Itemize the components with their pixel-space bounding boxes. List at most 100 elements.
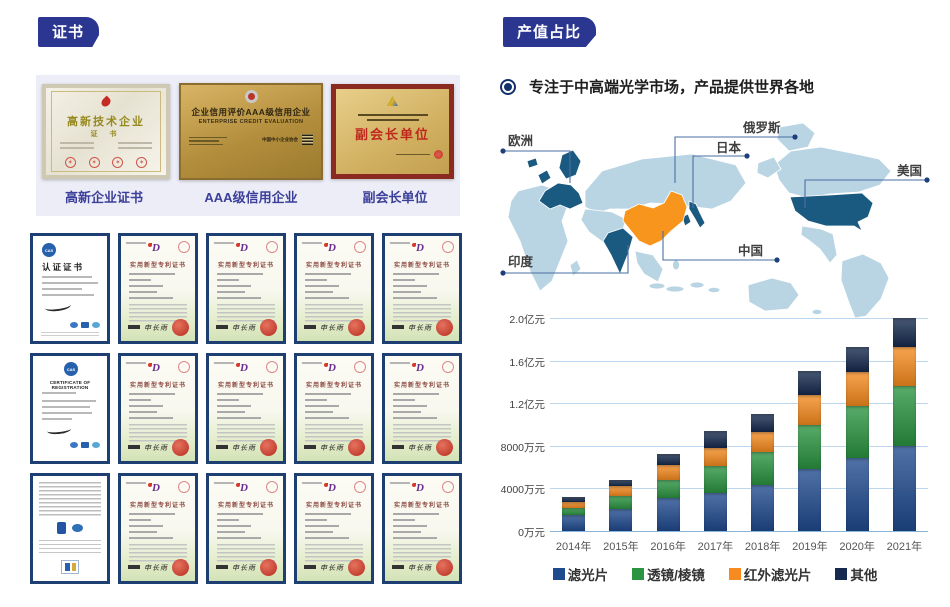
gridline [550, 361, 928, 362]
plaque-text-lines [52, 144, 160, 149]
patent-office-logo-icon: D [416, 242, 424, 254]
round-seal-outline-icon [354, 361, 366, 373]
bar-segment-滤光片 [846, 458, 869, 531]
red-seal-icon [348, 319, 365, 336]
signature-text: 申长雨 [320, 323, 344, 333]
plaque-text-line [396, 154, 430, 156]
patent-office-logo-icon: D [152, 482, 160, 494]
round-seal-outline-icon [354, 481, 366, 493]
signature-text: 申长雨 [144, 443, 168, 453]
plaque-caption-aaa: AAA级信用企业 [172, 187, 330, 206]
patent-office-logo-icon: D [240, 362, 248, 374]
signature-text: 申长雨 [408, 563, 432, 573]
bar-segment-其他 [846, 347, 869, 373]
plaque-text-line [358, 114, 428, 116]
bar-segment-滤光片 [704, 493, 727, 531]
bar-segment-红外滤光片 [846, 372, 869, 406]
bar-segment-透镜/棱镜 [846, 406, 869, 457]
medal-icon [245, 90, 258, 103]
cas-logo-icon: CAS [64, 362, 78, 376]
plaque-caption-vp: 副会长单位 [330, 187, 460, 206]
red-seal-icon [348, 559, 365, 576]
signature-bar [128, 565, 140, 569]
red-stamp-icon: ✶ [65, 157, 76, 168]
usa-shape [790, 193, 873, 231]
stacked-bar-2015年 [609, 480, 632, 531]
plaque-aaa-credit: 企业信用评价AAA级信用企业 ENTERPRISE CREDIT EVALUAT… [179, 83, 323, 180]
headline-text: 专注于中高端光学市场，产品提供世界各地 [529, 76, 814, 97]
chart-legend: 滤光片透镜/棱镜红外滤光片其他 [495, 564, 935, 584]
map-label-usa: 美国 [897, 163, 922, 178]
flame-icon [100, 96, 113, 109]
signature-text: 申长雨 [320, 563, 344, 573]
section-badge-certificates: 证书 [38, 17, 99, 47]
red-seal-icon [260, 319, 277, 336]
bar-segment-透镜/棱镜 [657, 480, 680, 498]
signature-squiggle [47, 425, 72, 435]
gridline [550, 488, 928, 489]
map-label-europe: 欧洲 [508, 133, 533, 148]
red-stamp-icon: ✶ [112, 157, 123, 168]
patent-certificate: D 实用新型专利证书 申长雨 [206, 473, 286, 584]
patent-title: 实用新型专利证书 [209, 500, 283, 509]
signature-bar [216, 445, 228, 449]
y-axis-tick-label: 1.2亿元 [495, 397, 545, 412]
map-label-china: 中国 [738, 243, 763, 258]
signature-text: 申长雨 [232, 563, 256, 573]
patent-office-logo-icon: D [152, 242, 160, 254]
plaque-text-line [367, 119, 419, 121]
patent-title: 实用新型专利证书 [297, 260, 371, 269]
plaque-caption-hightech: 高新企业证书 [36, 187, 172, 206]
patent-certificate: D 实用新型专利证书 申长雨 [118, 353, 198, 464]
patent-office-logo-icon: D [328, 482, 336, 494]
patent-title: 实用新型专利证书 [121, 380, 195, 389]
patent-office-logo-icon: D [416, 482, 424, 494]
patent-certificate: D 实用新型专利证书 申长雨 [294, 353, 374, 464]
cas-logo-icon: CAS [42, 243, 56, 257]
patent-certificate: D 实用新型专利证书 申长雨 [382, 233, 462, 344]
patent-certificate: D 实用新型专利证书 申长雨 [382, 473, 462, 584]
red-stamp-icon: ✶ [89, 157, 100, 168]
signature-text: 申长雨 [144, 563, 168, 573]
plaque-hightech-title: 高新技术企业 [52, 113, 160, 129]
legend-swatch-icon [835, 568, 847, 580]
bar-segment-滤光片 [751, 485, 774, 531]
cas-title: 认证证书 [42, 261, 84, 273]
signature-bar [392, 445, 404, 449]
plaque-aaa-org: 中国中小企业协会 [262, 137, 298, 143]
world-map: 欧洲 俄罗斯 日本 美国 中国 印度 [490, 113, 950, 318]
plaque-hightech: 高新技术企业 证 书 ✶ ✶ ✶ ✶ [42, 84, 170, 179]
qr-code-icon [302, 134, 313, 145]
label-dot-russia [792, 134, 797, 139]
patent-title: 实用新型专利证书 [385, 500, 459, 509]
bar-segment-红外滤光片 [893, 347, 916, 386]
canada-shape [774, 147, 891, 198]
signature-squiggle [45, 300, 72, 313]
south-america-shape [841, 254, 889, 318]
bar-segment-红外滤光片 [657, 465, 680, 480]
stamp-box-icon [61, 560, 79, 574]
x-axis-tick-label: 2021年 [874, 538, 934, 554]
legend-swatch-icon [632, 568, 644, 580]
document-certificate [30, 473, 110, 584]
plaque-captions: 高新企业证书 AAA级信用企业 副会长单位 [36, 187, 460, 206]
plaque-text-lines [189, 135, 227, 146]
patent-certificate: D 实用新型专利证书 申长雨 [294, 473, 374, 584]
patent-certificate: D 实用新型专利证书 申长雨 [118, 233, 198, 344]
australia-shape [748, 278, 799, 311]
patent-title: 实用新型专利证书 [209, 380, 283, 389]
section-badge-output-share: 产值占比 [503, 17, 596, 47]
red-seal-icon [436, 439, 453, 456]
bar-segment-其他 [893, 318, 916, 347]
y-axis-tick-label: 8000万元 [495, 440, 545, 455]
legend-item: 透镜/棱镜 [632, 564, 705, 584]
registration-certificate: CAS CERTIFICATE OF REGISTRATION [30, 353, 110, 464]
signature-text: 申长雨 [408, 323, 432, 333]
bar-segment-透镜/棱镜 [562, 508, 585, 515]
round-seal-outline-icon [178, 241, 190, 253]
signature-text: 申长雨 [144, 323, 168, 333]
bar-segment-红外滤光片 [751, 432, 774, 452]
registration-title: CERTIFICATE OF REGISTRATION [37, 380, 103, 390]
y-axis-tick-label: 1.6亿元 [495, 355, 545, 370]
gridline [550, 318, 928, 319]
